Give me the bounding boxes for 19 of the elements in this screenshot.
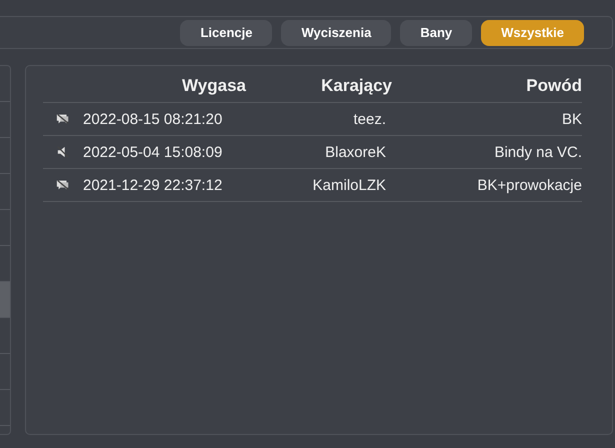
table-cell-text: BlaxoreK (324, 144, 386, 160)
table-cell-text: teez. (352, 110, 386, 128)
filter-tab[interactable]: Wyciszenia (281, 20, 392, 46)
table-cell-text: KamiloLZK (312, 176, 386, 194)
list-item[interactable] (0, 282, 10, 318)
filter-tab[interactable]: Bany (400, 20, 472, 46)
table-cell: 2022-05-04 15:08:09 (83, 144, 222, 160)
column-header: Powód (525, 76, 582, 96)
chat-off-icon (56, 113, 70, 125)
table-cell-text: Bindy na VC. (493, 144, 582, 160)
speaker-muted-icon (56, 146, 70, 158)
table-cell-text: BK+prowokacje (476, 176, 582, 194)
table-cell-text: BK (560, 110, 582, 128)
column-header: Wygasa (181, 76, 246, 96)
table-cell: 2021-12-29 22:37:12 (83, 176, 222, 194)
table-cell: 2022-08-15 08:21:20 (83, 110, 222, 128)
column-header: Karający (320, 76, 392, 96)
chat-off-icon (56, 179, 70, 191)
filter-tab[interactable]: Licencje (180, 20, 272, 46)
